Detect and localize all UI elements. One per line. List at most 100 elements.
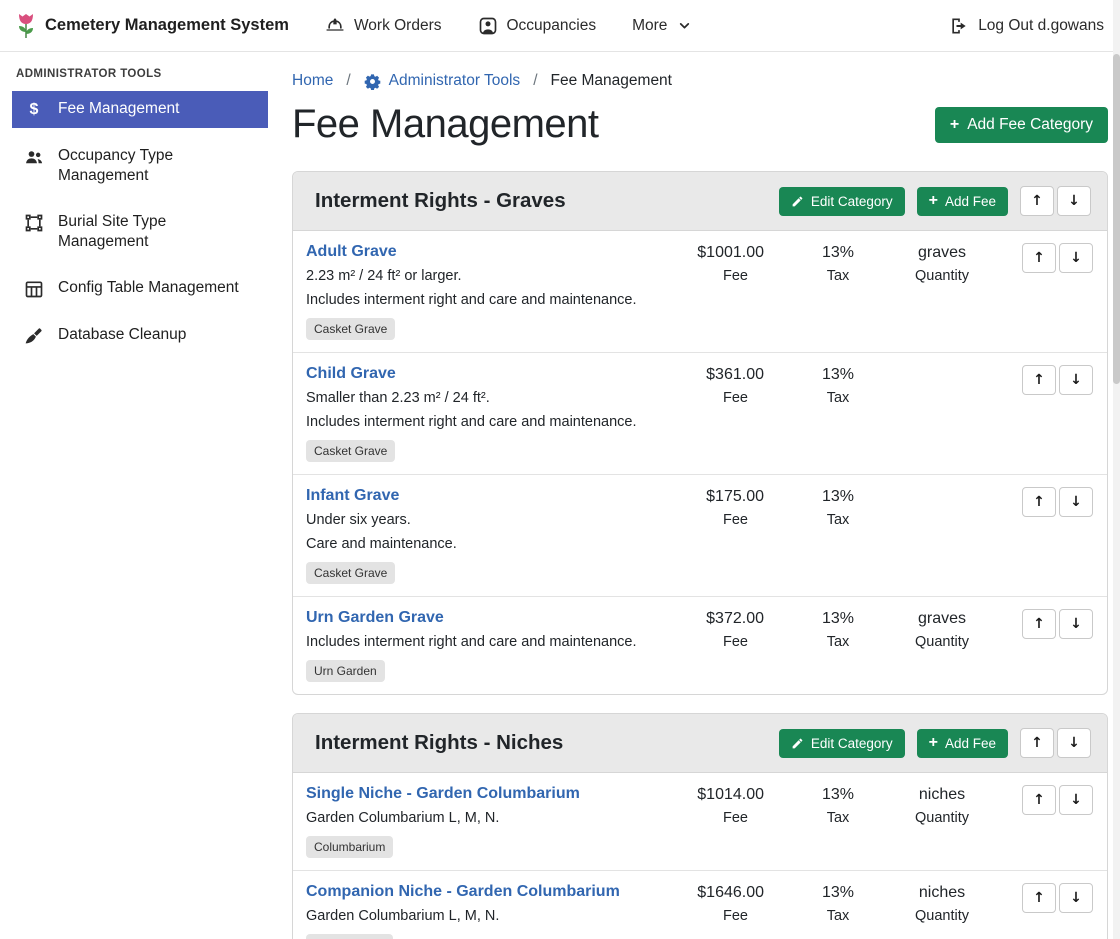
plus-icon: +: [929, 194, 938, 208]
fee-amount-value: $1646.00: [672, 884, 764, 902]
fee-list: Adult Grave 2.23 m² / 24 ft² or larger. …: [293, 231, 1107, 694]
fee-amount-value: $175.00: [672, 488, 764, 506]
fee-amount-column: $1001.00 Fee: [672, 243, 764, 284]
move-fee-up-button[interactable]: ↑: [1022, 487, 1056, 517]
edit-category-button[interactable]: Edit Category: [779, 187, 905, 216]
sidebar-item-database-cleanup[interactable]: Database Cleanup: [12, 317, 268, 354]
category-reorder-buttons: ↑ ↓: [1020, 186, 1091, 216]
fee-name-link[interactable]: Urn Garden Grave: [306, 609, 444, 627]
sidebar-item-label: Config Table Management: [58, 278, 239, 298]
sidebar-item-burial-site-type-management[interactable]: Burial Site Type Management: [12, 204, 268, 260]
fee-info: Urn Garden Grave Includes interment righ…: [306, 609, 672, 682]
fee-name-link[interactable]: Companion Niche - Garden Columbarium: [306, 883, 620, 901]
fee-reorder-buttons: ↑ ↓: [1022, 243, 1093, 273]
fee-amount-column: $1014.00 Fee: [672, 785, 764, 826]
fee-description-line: Includes interment right and care and ma…: [306, 292, 664, 308]
fee-reorder-buttons: ↑ ↓: [1022, 487, 1093, 517]
move-fee-down-button[interactable]: ↓: [1059, 785, 1093, 815]
fee-quantity-column: graves Quantity: [887, 243, 997, 284]
fee-tax-value: 13%: [806, 488, 870, 506]
fee-name-link[interactable]: Infant Grave: [306, 487, 399, 505]
move-fee-up-button[interactable]: ↑: [1022, 785, 1056, 815]
logout-button[interactable]: Log Out d.gowans: [949, 16, 1104, 36]
fee-amount-label: Fee: [672, 268, 764, 284]
sidebar-item-config-table-management[interactable]: Config Table Management: [12, 270, 268, 307]
fee-quantity-label: Quantity: [887, 810, 997, 826]
page-scrollbar[interactable]: [1113, 0, 1120, 939]
arrow-down-icon: ↓: [1070, 494, 1082, 510]
fee-amount-value: $1014.00: [672, 786, 764, 804]
fee-tax-label: Tax: [806, 810, 870, 826]
move-fee-up-button[interactable]: ↑: [1022, 243, 1056, 273]
fee-description-line: Under six years.: [306, 512, 664, 528]
occupancy-person-icon: [478, 16, 498, 36]
fee-name-link[interactable]: Single Niche - Garden Columbarium: [306, 785, 580, 803]
fee-quantity-value: niches: [887, 786, 997, 804]
sidebar-item-label: Fee Management: [58, 99, 180, 119]
plus-icon: +: [929, 736, 938, 750]
category-actions: Edit Category + Add Fee ↑ ↓: [779, 728, 1091, 758]
fee-row: Child Grave Smaller than 2.23 m² / 24 ft…: [293, 352, 1107, 474]
pencil-icon: [791, 737, 804, 750]
fee-list: Single Niche - Garden Columbarium Garden…: [293, 773, 1107, 939]
arrow-down-icon: ↓: [1068, 735, 1080, 751]
arrow-down-icon: ↓: [1070, 616, 1082, 632]
arrow-down-icon: ↓: [1070, 372, 1082, 388]
move-category-up-button[interactable]: ↑: [1020, 728, 1054, 758]
move-fee-down-button[interactable]: ↓: [1059, 243, 1093, 273]
fee-type-badge: Casket Grave: [306, 562, 395, 584]
fee-description-line: 2.23 m² / 24 ft² or larger.: [306, 268, 664, 284]
fee-amount-label: Fee: [672, 390, 764, 406]
move-fee-down-button[interactable]: ↓: [1059, 365, 1093, 395]
fee-description-line: Garden Columbarium L, M, N.: [306, 908, 664, 924]
chevron-down-icon: [678, 19, 691, 32]
fee-name-link[interactable]: Adult Grave: [306, 243, 397, 261]
sidebar-item-fee-management[interactable]: $ Fee Management: [12, 91, 268, 128]
add-fee-button[interactable]: + Add Fee: [917, 729, 1008, 758]
fee-quantity-column: graves Quantity: [887, 609, 997, 650]
move-fee-down-button[interactable]: ↓: [1059, 487, 1093, 517]
breadcrumb-admin-tools-link[interactable]: Administrator Tools: [364, 72, 521, 90]
add-fee-label: Add Fee: [945, 194, 996, 209]
fee-quantity-label: Quantity: [887, 908, 997, 924]
category-header: Interment Rights - Graves Edit Category …: [293, 172, 1107, 231]
move-category-down-button[interactable]: ↓: [1057, 186, 1091, 216]
page-header: Fee Management + Add Fee Category: [292, 102, 1108, 147]
move-fee-up-button[interactable]: ↑: [1022, 883, 1056, 913]
fee-reorder-buttons: ↑ ↓: [1022, 365, 1093, 395]
add-fee-category-button[interactable]: + Add Fee Category: [935, 107, 1108, 143]
add-fee-button[interactable]: + Add Fee: [917, 187, 1008, 216]
move-fee-up-button[interactable]: ↑: [1022, 365, 1056, 395]
fee-tax-value: 13%: [806, 786, 870, 804]
breadcrumb-home-link[interactable]: Home: [292, 72, 333, 90]
fee-type-badge: Columbarium: [306, 836, 393, 858]
arrow-up-icon: ↑: [1031, 193, 1043, 209]
app-brand[interactable]: Cemetery Management System: [16, 13, 289, 39]
fee-quantity-column: niches Quantity: [887, 785, 997, 826]
edit-category-label: Edit Category: [811, 194, 893, 209]
nav-more[interactable]: More: [632, 17, 691, 35]
move-category-down-button[interactable]: ↓: [1057, 728, 1091, 758]
category-title: Interment Rights - Niches: [315, 731, 563, 755]
hard-hat-icon: [325, 16, 345, 36]
breadcrumb-current: Fee Management: [551, 72, 673, 90]
nav-work-orders[interactable]: Work Orders: [325, 16, 442, 36]
add-fee-label: Add Fee: [945, 736, 996, 751]
move-fee-up-button[interactable]: ↑: [1022, 609, 1056, 639]
nav-occupancies[interactable]: Occupancies: [478, 16, 597, 36]
arrow-up-icon: ↑: [1033, 890, 1045, 906]
sidebar-item-occupancy-type-management[interactable]: Occupancy Type Management: [12, 138, 268, 194]
fee-category-card: Interment Rights - Graves Edit Category …: [292, 171, 1108, 695]
fee-amount-column: $1646.00 Fee: [672, 883, 764, 924]
fee-description-line: Smaller than 2.23 m² / 24 ft².: [306, 390, 664, 406]
arrow-down-icon: ↓: [1070, 792, 1082, 808]
categories: Interment Rights - Graves Edit Category …: [292, 171, 1108, 939]
edit-category-button[interactable]: Edit Category: [779, 729, 905, 758]
fee-name-link[interactable]: Child Grave: [306, 365, 396, 383]
sidebar-item-label: Database Cleanup: [58, 325, 186, 345]
move-fee-down-button[interactable]: ↓: [1059, 609, 1093, 639]
scrollbar-thumb[interactable]: [1113, 54, 1120, 384]
fee-amount-column: $372.00 Fee: [672, 609, 764, 650]
move-category-up-button[interactable]: ↑: [1020, 186, 1054, 216]
move-fee-down-button[interactable]: ↓: [1059, 883, 1093, 913]
